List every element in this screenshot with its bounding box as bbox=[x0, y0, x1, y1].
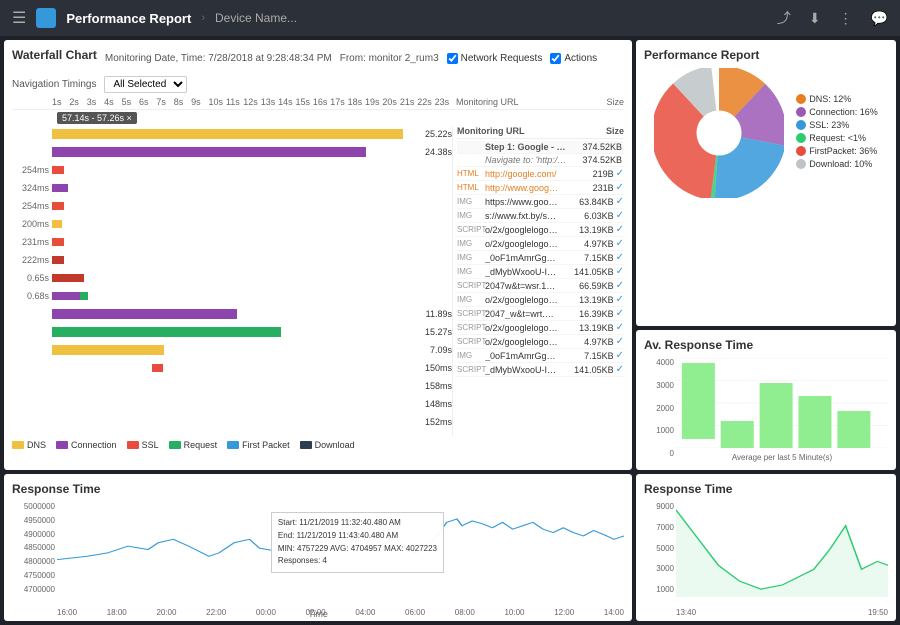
waterfall-date: Monitoring Date, Time: 7/28/2018 at 9:28… bbox=[105, 53, 332, 64]
response-time-left-chart: 5000000495000049000004850000480000047500… bbox=[12, 502, 624, 617]
size-col-header: Size bbox=[606, 126, 624, 136]
url-item[interactable]: SCRIPT o/2x/googlelogo_color_272x92dp.pn… bbox=[457, 321, 624, 335]
avg-response-chart bbox=[676, 358, 888, 448]
url-item[interactable]: IMG o/2x/googlelogo_color_120x44do.png 4… bbox=[457, 237, 624, 251]
chat-icon[interactable]: 💬 bbox=[871, 10, 888, 27]
url-item[interactable]: Navigate to: 'http://google.com' 374.52K… bbox=[457, 154, 624, 167]
url-header: Monitoring URL bbox=[457, 126, 524, 136]
url-item[interactable]: IMG o/2x/googlelogo_color_272x92dp.png 1… bbox=[457, 293, 624, 307]
response-time-right-panel: Response Time 90007000500030001000 13:40… bbox=[636, 474, 896, 621]
avg-response-panel: Av. Response Time 40003000200010000 bbox=[636, 330, 896, 470]
timeline-axis: 1s2s3s4s 5s6s7s8s 9s10s11s12s 13s14s15s1… bbox=[12, 97, 624, 110]
monitoring-url-header: Monitoring URL bbox=[456, 97, 519, 107]
response-time-right-svg bbox=[676, 502, 888, 597]
avg-response-title: Av. Response Time bbox=[644, 338, 888, 352]
perf-report-title: Performance Report bbox=[644, 48, 888, 62]
waterfall-title: Waterfall Chart bbox=[12, 48, 97, 62]
waterfall-legend: DNS Connection SSL Request First Packet … bbox=[12, 440, 624, 450]
waterfall-body: 25.22s 24.38s 254ms bbox=[12, 126, 624, 436]
response-time-right-chart: 90007000500030001000 13:4019:50 bbox=[644, 502, 888, 617]
nav-timings-label: Navigation Timings bbox=[12, 79, 96, 90]
x-axis-label: Time bbox=[308, 609, 328, 619]
performance-report-panel: Performance Report DNS: 12% Connecti bbox=[636, 40, 896, 326]
url-item[interactable]: IMG _dMybWxooU-IxJeq/cb=gapi.loaded_0 14… bbox=[457, 265, 624, 279]
breadcrumb-separator: › bbox=[201, 12, 205, 24]
url-item[interactable]: IMG _0oF1mAmrGg9d2oZ8BcPbocbnzkiNg 7.15K… bbox=[457, 349, 624, 363]
pie-legend: DNS: 12% Connection: 16% SSL: 23% Reques… bbox=[796, 94, 878, 172]
network-requests-label: Network Requests bbox=[461, 53, 543, 64]
actions-checkbox[interactable] bbox=[550, 53, 561, 64]
url-item[interactable]: SCRIPT o/2x/googlelogo_color_120x44do.pn… bbox=[457, 335, 624, 349]
size-header: Size bbox=[606, 97, 624, 107]
waterfall-tooltip[interactable]: 57.14s - 57.26s × bbox=[57, 112, 137, 124]
waterfall-bars: 25.22s 24.38s 254ms bbox=[12, 126, 452, 436]
avg-x-label: Average per last 5 Minute(s) bbox=[676, 453, 888, 462]
more-icon[interactable]: ⋮ bbox=[839, 10, 853, 27]
share-icon[interactable]: ⤴ bbox=[777, 8, 791, 28]
url-item[interactable]: SCRIPT o/2x/googlelogo_color_272x92dp.pn… bbox=[457, 223, 624, 237]
menu-icon[interactable]: ☰ bbox=[12, 8, 26, 28]
url-item[interactable]: SCRIPT 2047w&t=wsr.1973.aft.1381.prt.396… bbox=[457, 279, 624, 293]
url-item[interactable]: IMG s://www.fxt.by/scripts/by2/xpemius.j… bbox=[457, 209, 624, 223]
all-selected-dropdown[interactable]: All Selected bbox=[104, 76, 187, 93]
url-item[interactable]: SCRIPT 2047_w&t=wrt.1973.aft.1381.prt.39… bbox=[457, 307, 624, 321]
url-item[interactable]: HTML http://google.com/ 219B ✓ bbox=[457, 167, 624, 181]
response-time-left-title: Response Time bbox=[12, 482, 624, 496]
page-title: Performance Report bbox=[66, 11, 191, 26]
url-item[interactable]: IMG _0oF1mAmrGg9d2oZ8BcPbocbnzkiNg 7.15K… bbox=[457, 251, 624, 265]
url-item[interactable]: Step 1: Google - https://www.google.com.… bbox=[457, 141, 624, 154]
app-logo bbox=[36, 8, 56, 28]
url-item[interactable]: SCRIPT _dMybWxooU-IxJeq/cb=gapi.loaded_0… bbox=[457, 363, 624, 377]
download-icon[interactable]: ⬇ bbox=[809, 10, 821, 27]
pie-container: DNS: 12% Connection: 16% SSL: 23% Reques… bbox=[644, 68, 888, 198]
url-item[interactable]: HTML http://www.google.com/ 231B ✓ bbox=[457, 181, 624, 195]
y-axis: 40003000200010000 bbox=[644, 358, 676, 458]
device-name: Device Name... bbox=[215, 11, 297, 25]
response-time-left-panel: Response Time 50000004950000490000048500… bbox=[4, 474, 632, 621]
url-list: Monitoring URL Size Step 1: Google - htt… bbox=[452, 126, 624, 436]
actions-label: Actions bbox=[564, 53, 597, 64]
waterfall-panel: Waterfall Chart Monitoring Date, Time: 7… bbox=[4, 40, 632, 470]
response-time-tooltip: Start: 11/21/2019 11:32:40.480 AM End: 1… bbox=[271, 512, 444, 573]
url-item[interactable]: IMG https://www.google.com/?gws_rd=ssl 6… bbox=[457, 195, 624, 209]
response-time-right-title: Response Time bbox=[644, 482, 888, 496]
topbar: ☰ Performance Report › Device Name... ⤴ … bbox=[0, 0, 900, 36]
pie-chart bbox=[654, 68, 784, 198]
waterfall-from: From: monitor 2_rum3 bbox=[340, 53, 439, 64]
network-requests-checkbox[interactable] bbox=[447, 53, 458, 64]
